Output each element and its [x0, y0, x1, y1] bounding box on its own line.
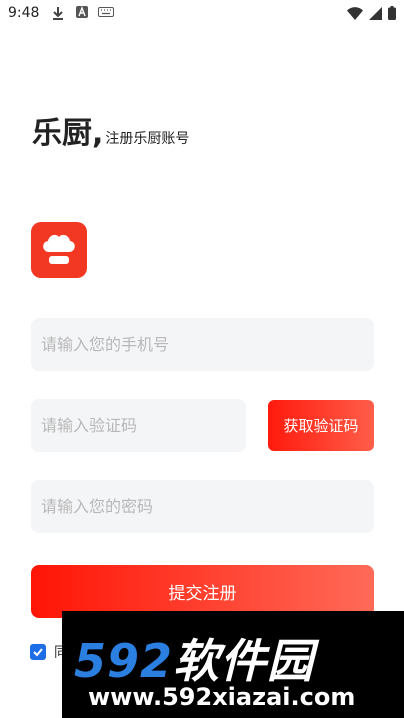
get-code-button[interactable]: 获取验证码: [268, 400, 374, 451]
watermark-number: 592: [74, 634, 174, 688]
signal-icon: [369, 5, 382, 24]
chef-hat-icon: [43, 234, 75, 264]
brand-title: 乐厨,: [32, 116, 104, 151]
watermark-banner: 592软件园 www.592xiazai.com: [62, 611, 404, 718]
app-logo: [31, 222, 87, 278]
keyboard-icon: [98, 6, 114, 20]
a-letter-icon: [76, 6, 88, 21]
code-field[interactable]: [31, 399, 246, 452]
watermark-url: www.592xiazai.com: [88, 683, 356, 711]
page-subtitle: 注册乐厨账号: [105, 131, 190, 147]
download-icon: [52, 6, 64, 23]
code-input[interactable]: [31, 415, 246, 436]
status-time: 9:48: [8, 5, 40, 21]
watermark-title: 592软件园: [74, 625, 314, 691]
wifi-icon: [347, 5, 363, 24]
check-icon: [33, 648, 43, 657]
password-input[interactable]: [31, 496, 374, 517]
phone-input[interactable]: [31, 334, 374, 355]
phone-field[interactable]: [31, 318, 374, 371]
status-icons: [347, 5, 396, 24]
page-heading: 乐厨, 注册乐厨账号: [32, 108, 189, 152]
agreement-checkbox[interactable]: [30, 644, 46, 660]
watermark-site-name: 软件园: [173, 634, 315, 688]
password-field[interactable]: [31, 480, 374, 533]
status-bar: 9:48: [0, 0, 404, 28]
battery-icon: [388, 5, 396, 24]
